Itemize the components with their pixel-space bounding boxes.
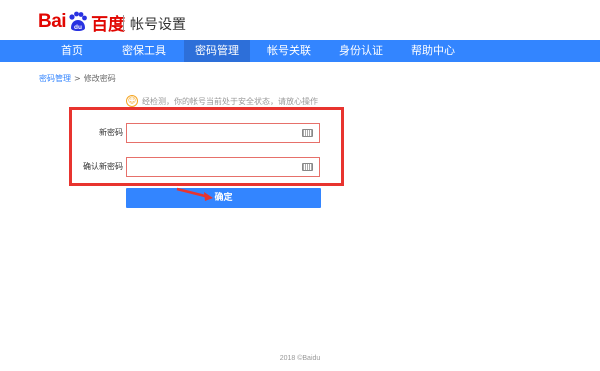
header: Bai du 百度 帐号设置 (0, 0, 600, 40)
keyboard-icon[interactable] (302, 163, 313, 171)
nav-item-identity-verification[interactable]: 身份认证 (328, 40, 394, 62)
keyboard-icon[interactable] (302, 129, 313, 137)
new-password-row: 新密码 (78, 123, 328, 143)
breadcrumb: 密码管理 > 修改密码 (39, 73, 116, 84)
footer-copyright: 2018 ©Baidu (279, 355, 321, 362)
confirm-password-input[interactable] (126, 157, 320, 177)
confirm-button[interactable]: 确定 (126, 188, 321, 208)
breadcrumb-separator: > (74, 74, 81, 83)
logo-text-cn: 百度 (91, 14, 126, 35)
header-divider (123, 15, 124, 31)
nav-item-home[interactable]: 首页 (46, 40, 98, 62)
nav-item-security-tools[interactable]: 密保工具 (112, 40, 176, 62)
smiley-icon: ☺ (126, 95, 138, 107)
page-title: 帐号设置 (130, 17, 186, 33)
logo-text-latin: Bai (38, 11, 67, 32)
new-password-input[interactable] (126, 123, 320, 143)
paw-icon: du (69, 11, 87, 31)
main-nav: 首页 密保工具 密码管理 帐号关联 身份认证 帮助中心 (0, 40, 600, 62)
nav-item-password-management[interactable]: 密码管理 (184, 40, 250, 62)
nav-item-account-linking[interactable]: 帐号关联 (256, 40, 322, 62)
nav-item-help-center[interactable]: 帮助中心 (400, 40, 466, 62)
notice-text: 经检测，你的帐号当前处于安全状态，请放心操作 (142, 96, 318, 106)
breadcrumb-parent-link[interactable]: 密码管理 (39, 74, 71, 83)
confirm-password-label: 确认新密码 (83, 162, 123, 171)
baidu-logo[interactable]: Bai du 百度 (38, 11, 126, 35)
logo-text-du: du (74, 24, 82, 31)
security-notice: ☺ 经检测，你的帐号当前处于安全状态，请放心操作 (126, 95, 318, 107)
new-password-label: 新密码 (99, 128, 123, 137)
confirm-password-row: 确认新密码 (78, 157, 328, 177)
breadcrumb-current: 修改密码 (83, 74, 116, 83)
